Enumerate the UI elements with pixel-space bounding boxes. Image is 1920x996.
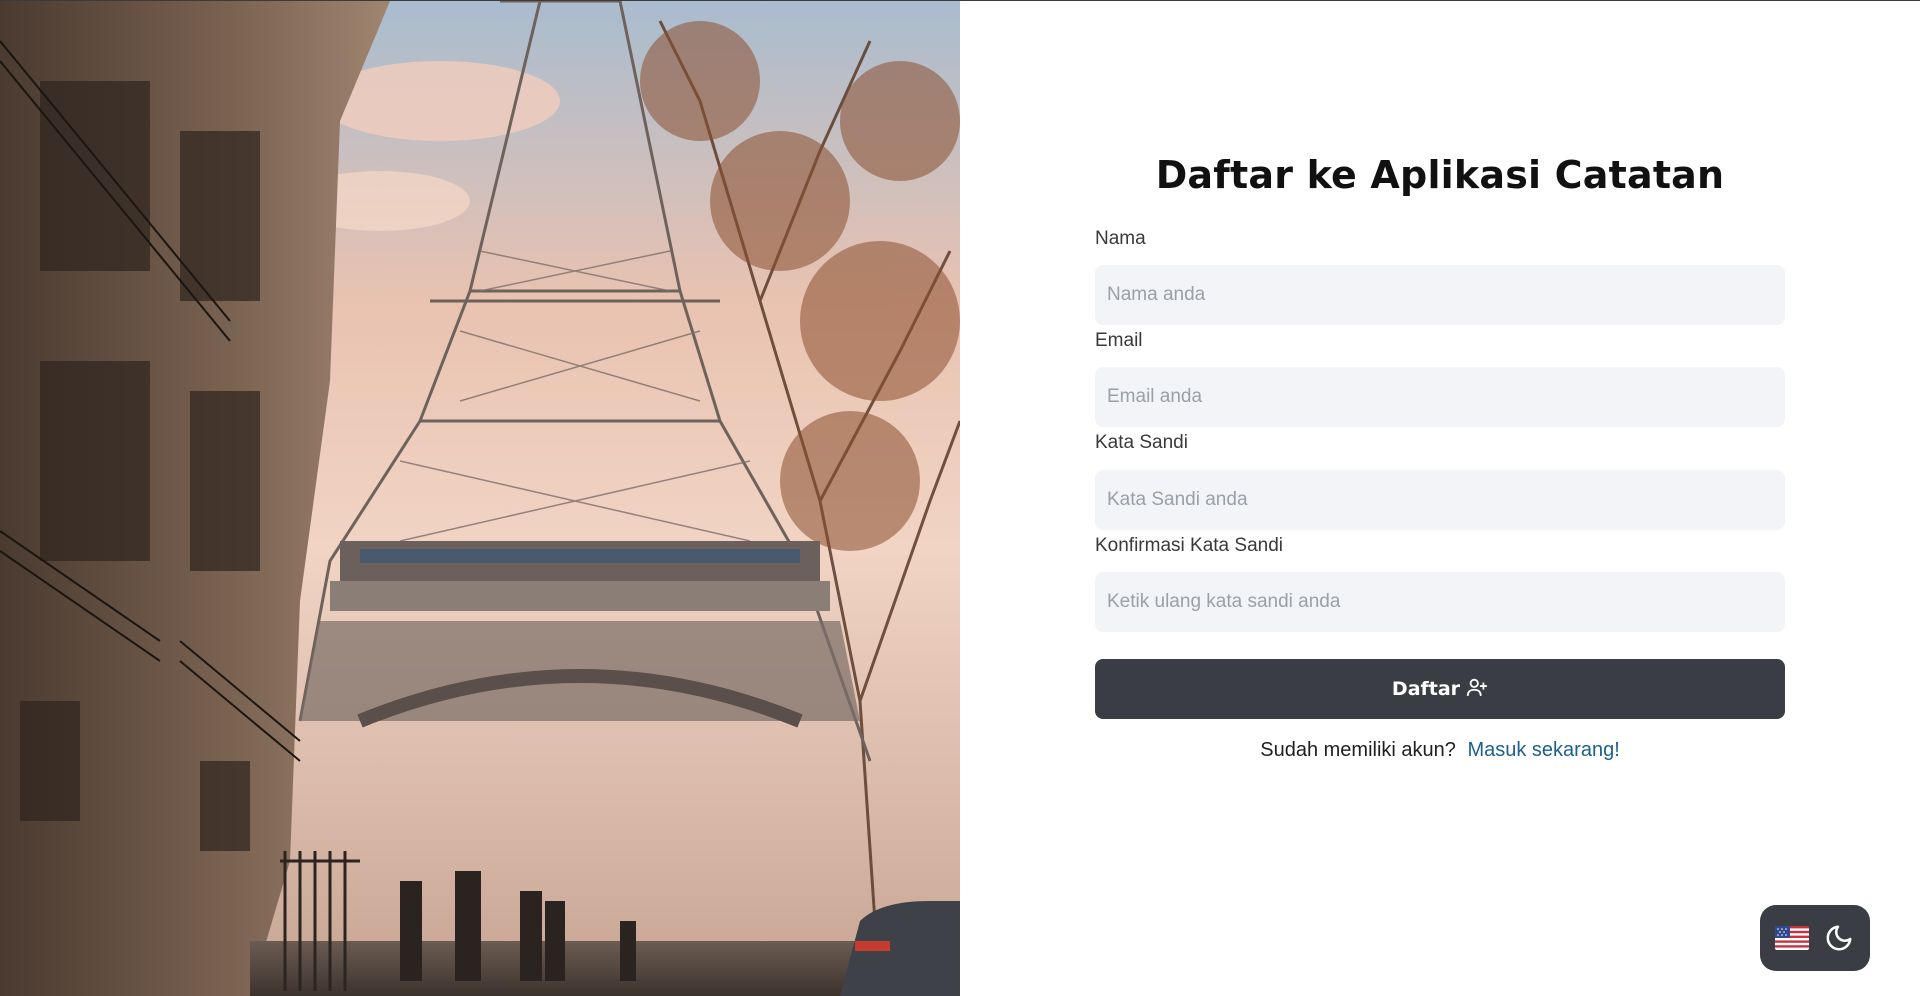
email-field[interactable] [1095,367,1785,427]
us-flag-icon[interactable] [1772,918,1812,958]
confirm-password-field[interactable] [1095,572,1785,632]
page-title: Daftar ke Aplikasi Catatan [1155,153,1725,197]
password-field[interactable] [1095,470,1785,530]
name-label: Nama [1095,228,1146,249]
password-label: Kata Sandi [1095,432,1188,453]
register-button-label: Daftar [1391,678,1461,700]
user-plus-icon [1466,676,1488,703]
moon-icon[interactable] [1819,918,1859,958]
hero-image [0,1,960,996]
register-button[interactable]: Daftar [1095,659,1785,719]
register-panel: Daftar ke Aplikasi Catatan Nama Email Ka… [960,1,1920,996]
email-label: Email [1095,330,1143,351]
confirm-password-label: Konfirmasi Kata Sandi [1095,535,1283,556]
login-link[interactable]: Masuk sekarang! [1467,739,1619,761]
login-prompt-line: Sudah memiliki akun? Masuk sekarang! [960,739,1920,762]
name-field[interactable] [1095,265,1785,325]
login-prompt: Sudah memiliki akun? [1260,739,1456,761]
settings-toggle-group [1760,905,1870,971]
